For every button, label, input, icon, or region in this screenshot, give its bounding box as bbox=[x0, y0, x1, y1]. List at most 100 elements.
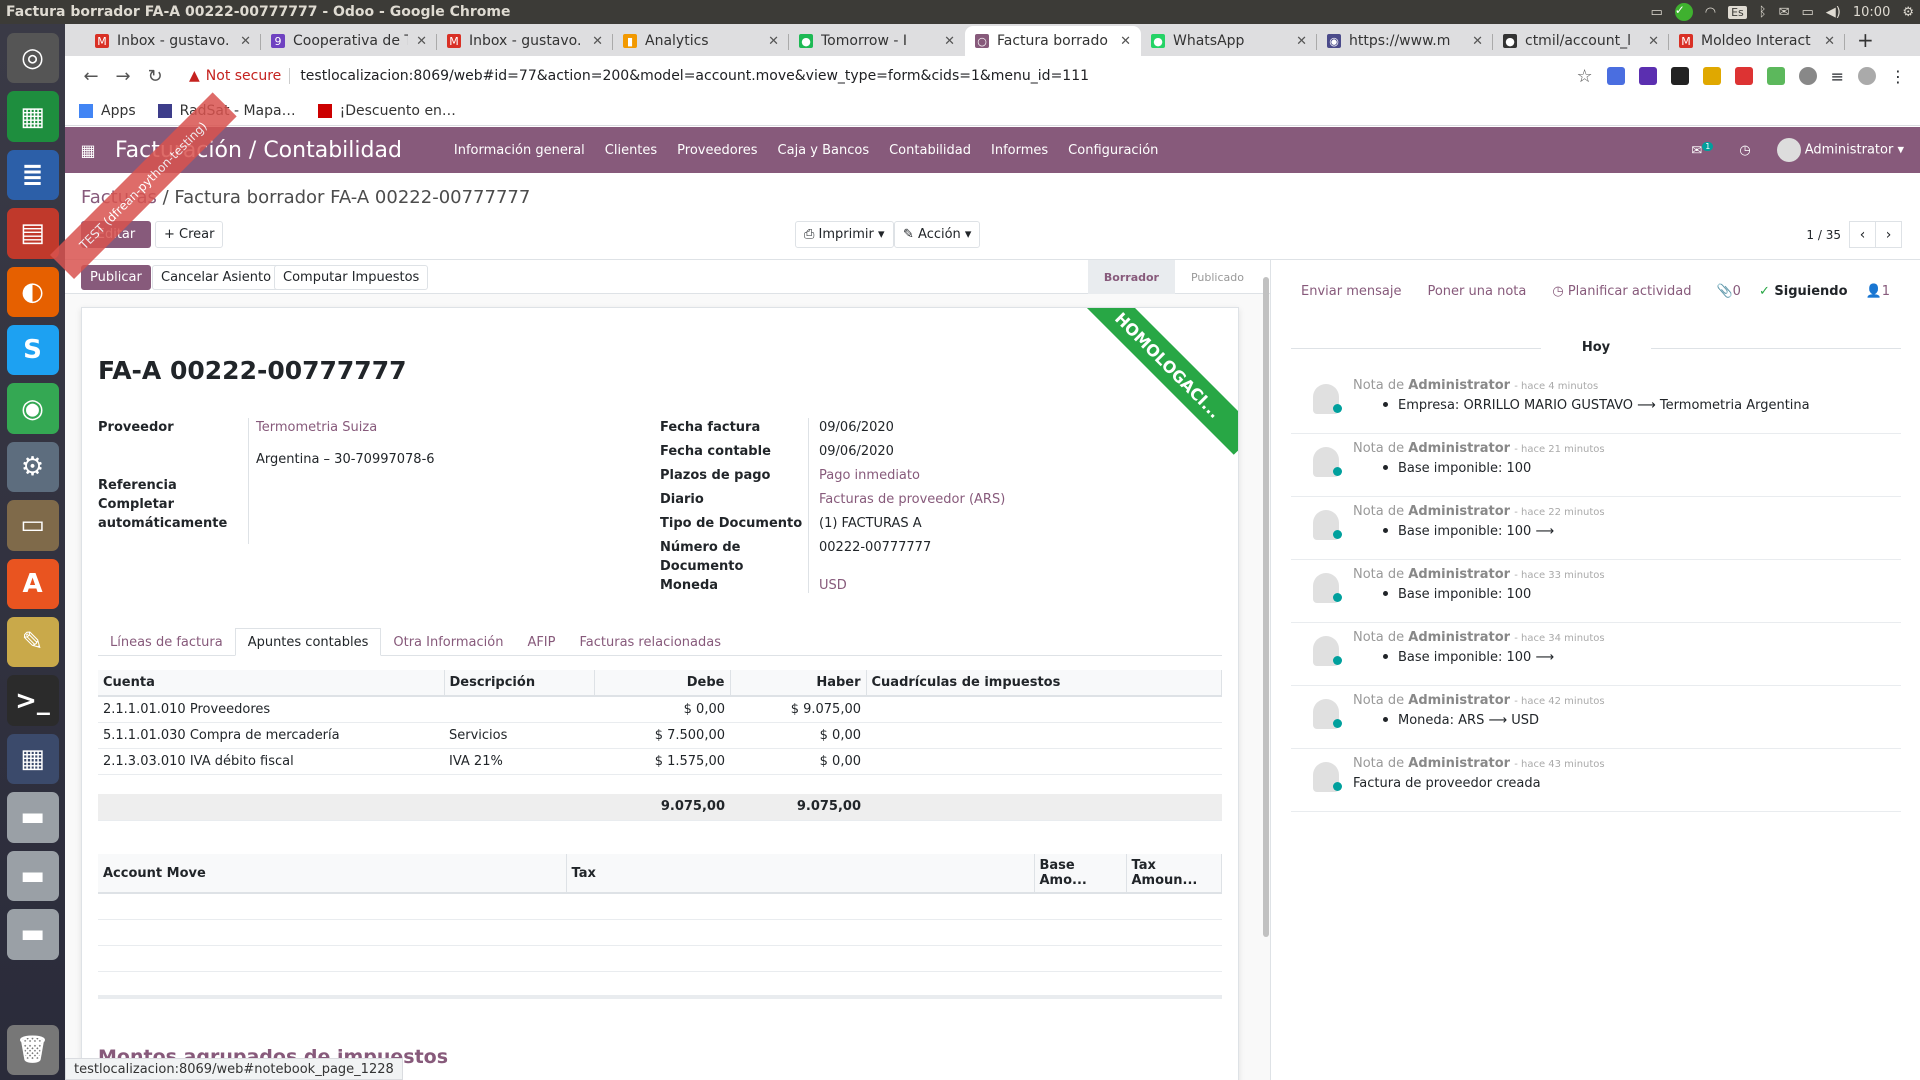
pager-value[interactable]: 1 / 35 bbox=[1806, 228, 1841, 242]
close-tab-icon[interactable]: ✕ bbox=[1824, 34, 1835, 49]
publish-button[interactable]: Publicar bbox=[81, 265, 151, 290]
table-row[interactable]: 2.1.1.01.010 Proveedores $ 0,00 $ 9.075,00 bbox=[98, 696, 1222, 723]
settings-gear-icon[interactable]: ⚙ bbox=[1902, 5, 1914, 20]
spreadsheet-app-icon[interactable]: ▦ bbox=[6, 91, 59, 142]
browser-tab[interactable]: ○ Factura borrado ✕ bbox=[965, 26, 1141, 56]
menu-item[interactable]: Informes bbox=[991, 143, 1048, 158]
notebook-tab[interactable]: Facturas relacionadas bbox=[567, 628, 733, 656]
drive-icon[interactable]: ▬ bbox=[6, 792, 59, 843]
form-scrollbar[interactable] bbox=[1262, 265, 1270, 1075]
column-header[interactable]: Debe bbox=[594, 670, 731, 697]
column-header[interactable]: Tax bbox=[566, 854, 1035, 894]
dropbox-icon[interactable]: ▭ bbox=[1650, 5, 1662, 20]
forward-icon[interactable]: → bbox=[107, 66, 139, 87]
state-posted[interactable]: Publicado bbox=[1175, 260, 1260, 294]
drive-icon[interactable]: ▬ bbox=[6, 850, 59, 902]
send-message-button[interactable]: Enviar mensaje bbox=[1301, 284, 1401, 299]
close-tab-icon[interactable]: ✕ bbox=[416, 34, 427, 49]
invoice-date-field[interactable]: 09/06/2020 bbox=[819, 418, 894, 437]
pager-next-icon[interactable]: › bbox=[1875, 221, 1902, 248]
impress-app-icon[interactable]: ▤ bbox=[6, 208, 59, 259]
notebook-tab[interactable]: Apuntes contables bbox=[234, 628, 382, 656]
print-button[interactable]: ⎙ Imprimir ▾ bbox=[795, 221, 894, 248]
extension-icon[interactable] bbox=[1702, 67, 1721, 85]
browser-tab[interactable]: M Moldeo Interact ✕ bbox=[1669, 26, 1845, 56]
cancel-entry-button[interactable]: Cancelar Asiento bbox=[152, 265, 281, 290]
message-author[interactable]: Administrator bbox=[1408, 756, 1510, 771]
skype-icon[interactable]: S bbox=[6, 325, 59, 376]
accounting-date-field[interactable]: 09/06/2020 bbox=[819, 442, 894, 461]
user-menu[interactable]: Administrator ▾ bbox=[1776, 138, 1904, 162]
volume-icon[interactable]: ◀) bbox=[1826, 5, 1841, 20]
bookmark-item[interactable]: ¡Descuento en… bbox=[317, 103, 456, 119]
follow-button[interactable]: ✓ Siguiendo bbox=[1759, 284, 1848, 299]
payment-terms-link[interactable]: Pago inmediato bbox=[819, 466, 920, 485]
browser-tab[interactable]: ▮ Analytics ✕ bbox=[613, 26, 789, 56]
column-header[interactable]: Cuenta bbox=[98, 670, 445, 697]
close-tab-icon[interactable]: ✕ bbox=[1648, 34, 1659, 49]
browser-tab[interactable]: 9 Cooperativa de T ✕ bbox=[261, 26, 437, 56]
close-tab-icon[interactable]: ✕ bbox=[240, 34, 251, 49]
files-icon[interactable]: ▭ bbox=[6, 500, 59, 551]
scrollbar-thumb[interactable] bbox=[1263, 277, 1269, 937]
document-type-field[interactable]: (1) FACTURAS A bbox=[819, 514, 922, 533]
text-editor-icon[interactable]: ✎ bbox=[6, 617, 59, 668]
chrome-icon[interactable]: ◉ bbox=[6, 383, 59, 434]
column-header[interactable]: Cuadrículas de impuestos bbox=[866, 670, 1222, 697]
close-tab-icon[interactable]: ✕ bbox=[1296, 34, 1307, 49]
menu-item[interactable]: Proveedores bbox=[677, 143, 757, 158]
notebook-tab[interactable]: AFIP bbox=[515, 628, 567, 656]
workspace-icon[interactable]: ▦ bbox=[6, 733, 59, 785]
schedule-activity-button[interactable]: ◷ Planificar actividad bbox=[1552, 284, 1691, 299]
message-author[interactable]: Administrator bbox=[1408, 441, 1510, 456]
create-button[interactable]: + Crear bbox=[155, 221, 224, 248]
firefox-icon[interactable]: ◐ bbox=[6, 266, 59, 318]
extension-icon[interactable] bbox=[1670, 67, 1689, 85]
column-header[interactable]: Account Move bbox=[98, 854, 567, 894]
apps-menu-icon[interactable]: ▦ bbox=[65, 141, 111, 160]
mail-icon[interactable]: ✉ bbox=[1779, 5, 1790, 20]
message-author[interactable]: Administrator bbox=[1408, 567, 1510, 582]
clock[interactable]: 10:00 bbox=[1853, 5, 1890, 20]
battery-icon[interactable]: ▭ bbox=[1802, 5, 1814, 20]
message-author[interactable]: Administrator bbox=[1408, 693, 1510, 708]
table-row[interactable]: 2.1.3.03.010 IVA débito fiscal IVA 21% $ 1… bbox=[98, 748, 1222, 775]
extension-icon[interactable] bbox=[1606, 67, 1625, 85]
column-header[interactable]: Haber bbox=[730, 670, 867, 697]
extension-icon[interactable] bbox=[1734, 67, 1753, 85]
bluetooth-icon[interactable]: ᛒ bbox=[1759, 5, 1767, 20]
log-note-button[interactable]: Poner una nota bbox=[1427, 284, 1526, 299]
extension-icon[interactable] bbox=[1766, 67, 1785, 85]
column-header[interactable]: Tax Amoun... bbox=[1126, 854, 1222, 894]
message-author[interactable]: Administrator bbox=[1408, 504, 1510, 519]
journal-link[interactable]: Facturas de proveedor (ARS) bbox=[819, 490, 1005, 509]
close-tab-icon[interactable]: ✕ bbox=[592, 34, 603, 49]
currency-link[interactable]: USD bbox=[819, 576, 847, 595]
activity-clock-icon[interactable]: ◷ bbox=[1739, 143, 1750, 158]
message-author[interactable]: Administrator bbox=[1408, 630, 1510, 645]
wifi-icon[interactable]: ◠ bbox=[1705, 5, 1716, 20]
column-header[interactable]: Descripción bbox=[444, 670, 595, 697]
drive-icon[interactable]: ▬ bbox=[6, 909, 59, 960]
message-author[interactable]: Administrator bbox=[1408, 378, 1510, 393]
extension-icon[interactable] bbox=[1638, 67, 1657, 85]
action-button[interactable]: ✎ Acción ▾ bbox=[894, 221, 981, 248]
menu-item[interactable]: Caja y Bancos bbox=[778, 143, 870, 158]
trash-icon[interactable]: 🗑 bbox=[6, 1024, 59, 1075]
browser-tab[interactable]: ● Tomorrow - I ✕ bbox=[789, 26, 965, 56]
media-control-icon[interactable]: ≡ bbox=[1831, 67, 1844, 86]
notebook-tab[interactable]: Líneas de factura bbox=[98, 628, 235, 656]
software-center-icon[interactable]: A bbox=[6, 558, 59, 610]
new-tab-icon[interactable]: + bbox=[1857, 28, 1874, 52]
followers-button[interactable]: 👤1 bbox=[1866, 284, 1890, 299]
terminal-icon[interactable]: >_ bbox=[6, 675, 59, 726]
document-number-field[interactable]: 00222-00777777 bbox=[819, 538, 931, 557]
close-tab-icon[interactable]: ✕ bbox=[1120, 34, 1131, 49]
keyboard-layout[interactable]: Es bbox=[1728, 5, 1747, 19]
system-settings-icon[interactable]: ⚙ bbox=[6, 441, 59, 493]
pager-previous-icon[interactable]: ‹ bbox=[1849, 221, 1876, 248]
table-row[interactable]: 5.1.1.01.030 Compra de mercadería Servici… bbox=[98, 722, 1222, 749]
chrome-menu-icon[interactable]: ⋮ bbox=[1890, 67, 1906, 86]
close-tab-icon[interactable]: ✕ bbox=[1472, 34, 1483, 49]
browser-tab[interactable]: ◉ https://www.m ✕ bbox=[1317, 26, 1493, 56]
